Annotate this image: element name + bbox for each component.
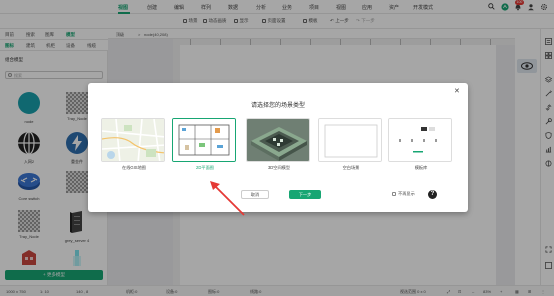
scene-option-3d-model[interactable]: 3D空间模型	[246, 118, 312, 176]
help-icon[interactable]: ?	[428, 190, 437, 199]
scene-option-gis[interactable]: 在线GIS地图	[101, 118, 167, 176]
template-thumbnail	[388, 118, 452, 162]
annotation-arrow-icon	[210, 181, 245, 216]
scene-option-blank[interactable]: 空白场景	[318, 118, 384, 176]
3d-model-thumbnail	[246, 118, 310, 162]
scene-option-template[interactable]: 模板库	[388, 118, 454, 176]
next-step-button[interactable]: 下一步	[289, 190, 321, 199]
floorplan-thumbnail	[172, 118, 236, 162]
close-icon[interactable]: ✕	[454, 87, 460, 95]
dont-show-checkbox[interactable]	[392, 192, 396, 196]
scene-type-dialog: 请选择您的场景类型 ✕ 在线GIS地图 2D平面图 3D空间模型 空白场景 模板…	[88, 83, 468, 216]
gis-map-thumbnail	[101, 118, 165, 162]
dont-show-again[interactable]: 不再显示	[392, 191, 415, 197]
dialog-title: 请选择您的场景类型	[250, 103, 305, 109]
scene-option-2d-floorplan[interactable]: 2D平面图	[172, 118, 238, 176]
blank-scene-thumbnail	[318, 118, 382, 162]
cancel-button[interactable]: 取消	[241, 190, 269, 199]
